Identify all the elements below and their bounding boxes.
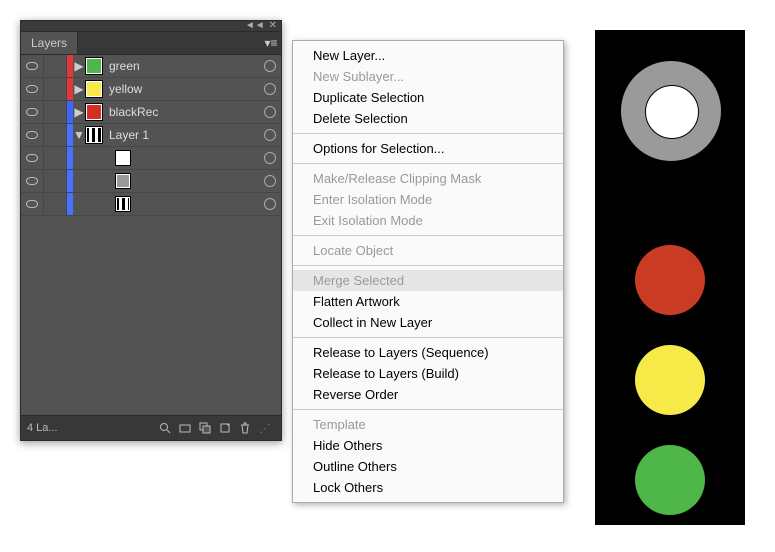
visibility-toggle[interactable]	[21, 147, 44, 169]
layer-row[interactable]: ▶ blackRec	[21, 101, 281, 124]
canvas-ring	[620, 60, 722, 162]
layer-swatch	[85, 80, 103, 98]
menu-item[interactable]: Release to Layers (Sequence)	[293, 342, 563, 363]
artboard	[595, 30, 745, 525]
menu-item[interactable]: Release to Layers (Build)	[293, 363, 563, 384]
new-layer-icon[interactable]	[215, 418, 235, 438]
menu-item[interactable]: Outline Others	[293, 456, 563, 477]
layer-row[interactable]	[21, 193, 281, 216]
menu-separator	[293, 235, 563, 236]
disclosure-arrow[interactable]	[103, 170, 115, 192]
menu-separator	[293, 133, 563, 134]
resize-grip-icon[interactable]: ⋰	[255, 418, 275, 438]
visibility-toggle[interactable]	[21, 124, 44, 146]
layers-list: ▶ green ▶ yellow ▶ blackRec ▼ Layer 1	[21, 55, 281, 415]
visibility-toggle[interactable]	[21, 101, 44, 123]
layer-name[interactable]: green	[109, 59, 259, 73]
layer-swatch	[85, 126, 103, 144]
layers-tab[interactable]: Layers	[21, 32, 78, 54]
new-sublayer-icon[interactable]	[195, 418, 215, 438]
target-icon[interactable]	[259, 152, 281, 164]
selection-color	[67, 170, 73, 192]
menu-item: New Sublayer...	[293, 66, 563, 87]
menu-item[interactable]: Lock Others	[293, 477, 563, 498]
layer-count: 4 La...	[27, 422, 58, 434]
layer-name[interactable]: blackRec	[109, 105, 259, 119]
layer-swatch	[115, 150, 131, 166]
lock-toggle[interactable]	[44, 193, 67, 215]
disclosure-arrow[interactable]: ▼	[73, 124, 85, 146]
layer-swatch	[85, 57, 103, 75]
menu-item[interactable]: Collect in New Layer	[293, 312, 563, 333]
menu-item[interactable]: Duplicate Selection	[293, 87, 563, 108]
visibility-toggle[interactable]	[21, 193, 44, 215]
target-icon[interactable]	[259, 106, 281, 118]
target-icon[interactable]	[259, 60, 281, 72]
menu-item: Merge Selected	[293, 270, 563, 291]
layer-row[interactable]: ▶ yellow	[21, 78, 281, 101]
locate-icon[interactable]	[155, 418, 175, 438]
layer-swatch	[85, 103, 103, 121]
layer-row[interactable]: ▶ green	[21, 55, 281, 78]
target-icon[interactable]	[259, 83, 281, 95]
panel-menu-icon[interactable]: ▾≡	[261, 36, 281, 50]
menu-separator	[293, 265, 563, 266]
menu-separator	[293, 163, 563, 164]
menu-item: Locate Object	[293, 240, 563, 261]
menu-item: Enter Isolation Mode	[293, 189, 563, 210]
layer-row[interactable]: ▼ Layer 1	[21, 124, 281, 147]
layer-name[interactable]: yellow	[109, 82, 259, 96]
layer-row[interactable]	[21, 147, 281, 170]
menu-item[interactable]: Hide Others	[293, 435, 563, 456]
menu-item[interactable]: New Layer...	[293, 45, 563, 66]
panel-tabs: Layers ▾≡	[21, 32, 281, 55]
menu-item[interactable]: Flatten Artwork	[293, 291, 563, 312]
disclosure-arrow[interactable]: ▶	[73, 55, 85, 77]
disclosure-arrow[interactable]	[103, 147, 115, 169]
canvas-circle	[635, 445, 705, 515]
layer-name[interactable]: Layer 1	[109, 128, 259, 142]
lock-toggle[interactable]	[44, 124, 67, 146]
selection-color	[67, 193, 73, 215]
visibility-toggle[interactable]	[21, 55, 44, 77]
menu-item[interactable]: Delete Selection	[293, 108, 563, 129]
menu-separator	[293, 337, 563, 338]
lock-toggle[interactable]	[44, 147, 67, 169]
layer-swatch	[115, 196, 131, 212]
menu-item[interactable]: Options for Selection...	[293, 138, 563, 159]
disclosure-arrow[interactable]: ▶	[73, 78, 85, 100]
visibility-toggle[interactable]	[21, 78, 44, 100]
layer-row[interactable]	[21, 170, 281, 193]
lock-toggle[interactable]	[44, 101, 67, 123]
menu-item[interactable]: Reverse Order	[293, 384, 563, 405]
collapse-icon[interactable]: ◄◄	[245, 21, 265, 31]
canvas-circle	[635, 245, 705, 315]
panel-footer: 4 La... ⋰	[21, 415, 281, 440]
target-icon[interactable]	[259, 175, 281, 187]
target-icon[interactable]	[259, 198, 281, 210]
close-icon[interactable]: ✕	[269, 21, 277, 31]
lock-toggle[interactable]	[44, 78, 67, 100]
target-icon[interactable]	[259, 129, 281, 141]
visibility-toggle[interactable]	[21, 170, 44, 192]
menu-item: Template	[293, 414, 563, 435]
selection-color	[67, 147, 73, 169]
canvas-ring-inner	[645, 85, 699, 139]
panel-context-menu: New Layer...New Sublayer...Duplicate Sel…	[292, 40, 564, 503]
menu-item: Exit Isolation Mode	[293, 210, 563, 231]
panel-titlebar[interactable]: ◄◄ ✕	[21, 21, 281, 32]
lock-toggle[interactable]	[44, 170, 67, 192]
canvas-circle	[635, 345, 705, 415]
layer-swatch	[115, 173, 131, 189]
make-clip-icon[interactable]	[175, 418, 195, 438]
menu-separator	[293, 409, 563, 410]
delete-icon[interactable]	[235, 418, 255, 438]
layers-panel: ◄◄ ✕ Layers ▾≡ ▶ green ▶ yellow ▶ blackRec ▼ La…	[20, 20, 282, 441]
disclosure-arrow[interactable]: ▶	[73, 101, 85, 123]
menu-item: Make/Release Clipping Mask	[293, 168, 563, 189]
disclosure-arrow[interactable]	[103, 193, 115, 215]
lock-toggle[interactable]	[44, 55, 67, 77]
